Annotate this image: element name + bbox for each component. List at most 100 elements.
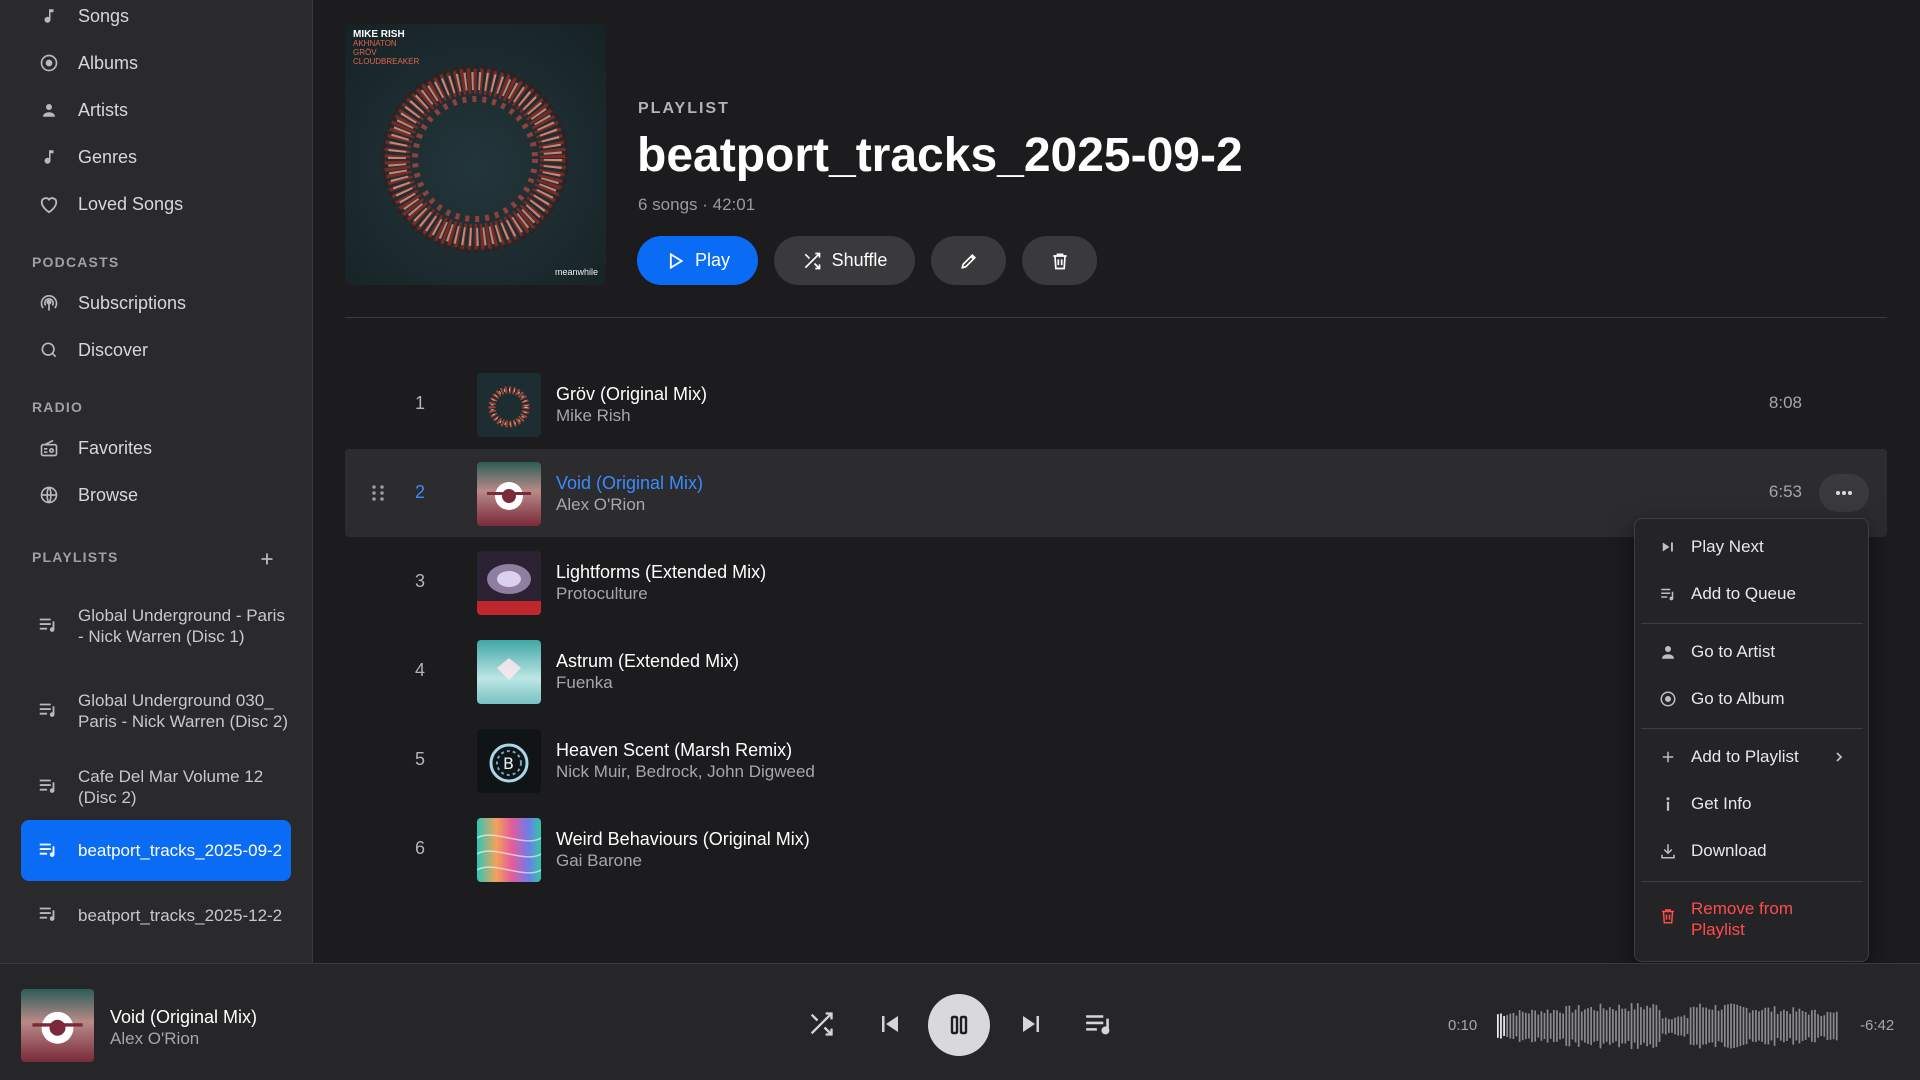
sidebar-item-label: Discover [78, 339, 149, 360]
queue-icon [1659, 585, 1677, 603]
waveform-bar [1832, 1012, 1835, 1040]
waveform-bar [1552, 1009, 1555, 1043]
track-artist[interactable]: Gai Barone [556, 851, 642, 871]
waveform-bar [1745, 1007, 1748, 1045]
sidebar: Songs Albums Artists Genres Loved Songs … [0, 0, 313, 963]
track-context-menu: Play Next Add to Queue Go to Artist Go t… [1634, 518, 1869, 962]
sidebar-playlist-item-active[interactable]: beatport_tracks_2025-09-2 [21, 820, 291, 881]
menu-item-remove-from-playlist[interactable]: Remove from Playlist [1641, 896, 1863, 944]
track-artist[interactable]: Fuenka [556, 673, 613, 693]
edit-playlist-button[interactable] [931, 236, 1006, 285]
sidebar-playlist-item[interactable]: Global Underground - Paris - Nick Warren… [21, 591, 291, 661]
menu-item-add-to-playlist[interactable]: Add to Playlist [1641, 737, 1863, 777]
sidebar-item-genres[interactable]: Genres [21, 137, 291, 177]
track-number: 1 [414, 393, 425, 413]
waveform-bar [1730, 1003, 1732, 1049]
sidebar-playlist-label: Global Underground 030_ Paris - Nick War… [78, 691, 288, 731]
previous-button[interactable] [875, 1009, 905, 1039]
waveform-bar [1621, 1008, 1624, 1044]
waveform-bar [1602, 1008, 1605, 1044]
waveform-bar [1714, 1004, 1717, 1048]
waveform-bar [1503, 1016, 1505, 1036]
menu-item-label: Remove from Playlist [1691, 899, 1794, 939]
track-artist[interactable]: Nick Muir, Bedrock, John Digweed [556, 762, 815, 782]
sidebar-item-loved-songs[interactable]: Loved Songs [21, 184, 291, 224]
menu-item-go-to-album[interactable]: Go to Album [1641, 679, 1863, 719]
shuffle-button[interactable]: Shuffle [774, 236, 915, 285]
sidebar-item-songs[interactable]: Songs [21, 0, 291, 36]
add-playlist-button[interactable] [256, 548, 278, 570]
play-button-label: Play [694, 250, 730, 270]
menu-separator [1641, 728, 1863, 729]
waveform-bar [1795, 1011, 1798, 1041]
track-artist[interactable]: Protoculture [556, 584, 648, 604]
play-icon [665, 251, 685, 271]
section-title-radio: RADIO [32, 399, 84, 415]
sidebar-item-albums[interactable]: Albums [21, 43, 291, 83]
queue-button[interactable] [1083, 1009, 1115, 1039]
next-button[interactable] [1016, 1009, 1046, 1039]
waveform-bar [1680, 1016, 1683, 1036]
waveform-bar [1689, 1007, 1692, 1045]
waveform-bar [1612, 1009, 1614, 1043]
cover-track-1: AKHNATON [353, 39, 397, 48]
track-number: 6 [414, 838, 425, 858]
waveform-bar [1702, 1007, 1704, 1045]
sidebar-playlist-label: Global Underground - Paris - Nick Warren… [78, 606, 285, 646]
delete-playlist-button[interactable] [1022, 236, 1097, 285]
track-row[interactable]: 1 Gröv (Original Mix) Mike Rish 8:08 [345, 360, 1887, 448]
play-button[interactable]: Play [637, 236, 758, 285]
menu-item-add-to-queue[interactable]: Add to Queue [1641, 574, 1863, 614]
waveform-bar [1636, 1003, 1639, 1049]
pause-button[interactable] [928, 994, 990, 1056]
sidebar-item-subscriptions[interactable]: Subscriptions [21, 283, 291, 323]
track-number: 3 [414, 571, 425, 591]
menu-item-label: Get Info [1691, 794, 1752, 813]
sidebar-playlist-label: beatport_tracks_2025-12-2 [78, 905, 283, 925]
sidebar-item-browse[interactable]: Browse [21, 475, 291, 515]
play-next-icon [1659, 538, 1677, 556]
track-artist[interactable]: Mike Rish [556, 406, 631, 426]
sidebar-item-label: Browse [78, 484, 139, 505]
sidebar-item-favorites[interactable]: Favorites [21, 428, 291, 468]
waveform-bar [1764, 1007, 1767, 1045]
menu-item-play-next[interactable]: Play Next [1641, 527, 1863, 567]
playlist-icon [37, 903, 61, 927]
sidebar-playlist-item[interactable]: Global Underground 030_ Paris - Nick War… [21, 676, 291, 746]
sidebar-item-artists[interactable]: Artists [21, 90, 291, 130]
menu-item-label: Add to Playlist [1691, 747, 1799, 766]
waveform-bar [1518, 1010, 1521, 1042]
waveform-bar [1699, 1003, 1701, 1049]
album-disc-icon [1659, 690, 1677, 708]
menu-item-download[interactable]: Download [1641, 831, 1863, 871]
waveform-bar [1556, 1010, 1558, 1042]
waveform-bar [1587, 1008, 1589, 1044]
waveform-bar [1512, 1013, 1515, 1039]
now-playing-title[interactable]: Void (Original Mix) [110, 1007, 257, 1028]
waveform-bar [1739, 1005, 1742, 1047]
remaining-time: -6:42 [1860, 1017, 1895, 1034]
now-playing-artist[interactable]: Alex O'Rion [110, 1029, 199, 1049]
waveform-bar [1590, 1006, 1592, 1046]
waveform-scrubber[interactable] [1497, 999, 1839, 1053]
sidebar-playlist-item[interactable]: Cafe Del Mar Volume 12 (Disc 2) [21, 762, 291, 812]
menu-item-get-info[interactable]: Get Info [1641, 784, 1863, 824]
sidebar-playlist-item[interactable]: beatport_tracks_2025-12-2 [21, 890, 291, 940]
more-options-button[interactable] [1819, 474, 1869, 512]
waveform-bar [1686, 1018, 1689, 1034]
track-artist[interactable]: Alex O'Rion [556, 495, 645, 515]
shuffle-button[interactable] [806, 1009, 836, 1039]
waveform-bar [1692, 1006, 1695, 1046]
music-note-icon [37, 4, 61, 28]
sidebar-item-label: Loved Songs [78, 193, 184, 214]
waveform-bar [1593, 1010, 1596, 1042]
sidebar-item-discover[interactable]: Discover [21, 330, 291, 370]
trash-icon [1050, 251, 1070, 271]
track-number: 5 [414, 749, 425, 769]
menu-item-label: Download [1691, 841, 1767, 860]
waveform-bar [1711, 1009, 1714, 1043]
now-playing-artwork[interactable] [21, 989, 94, 1062]
waveform-bar [1559, 1012, 1561, 1040]
waveform-bar [1792, 1007, 1795, 1045]
menu-item-go-to-artist[interactable]: Go to Artist [1641, 632, 1863, 672]
